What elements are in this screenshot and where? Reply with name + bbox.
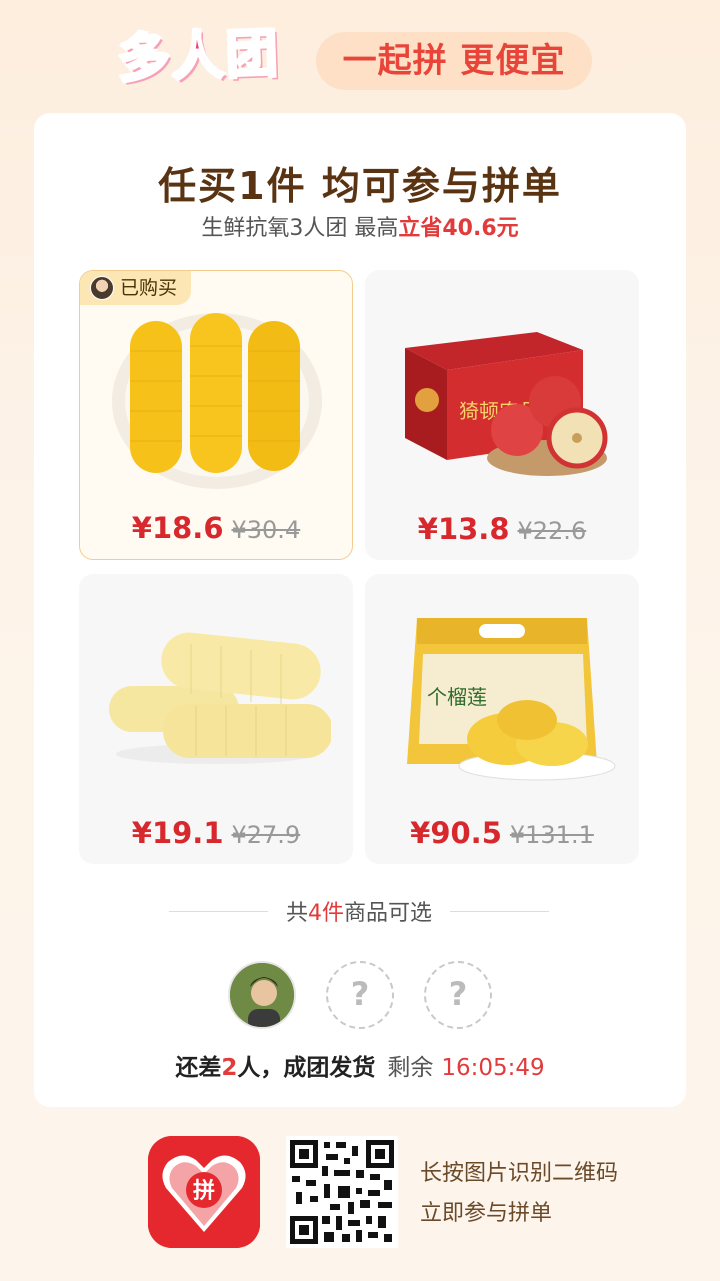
original-price: ¥22.6: [517, 517, 587, 545]
sale-price: ¥13.8: [417, 512, 510, 546]
product-price: ¥18.6 ¥30.4: [80, 511, 352, 545]
group-status: 还差2人，成团发货 剩余 16:05:49: [34, 1048, 686, 1082]
header: 多人团 一起拼 更便宜: [0, 0, 720, 110]
selectable-count-text: 共4件商品可选: [268, 895, 450, 927]
product-card-1[interactable]: 已购买 ¥18.6 ¥30.4: [79, 270, 353, 560]
status-suffix: 人，成团发货: [237, 1055, 376, 1081]
buyer-avatar-icon: [90, 276, 114, 300]
original-price: ¥30.4: [231, 516, 301, 544]
yellow-corn-image: [112, 313, 322, 489]
durian-bag-image: 个榴莲: [407, 618, 616, 781]
qr-code-icon: [286, 1136, 398, 1248]
heart-logo-icon: 拼: [148, 1136, 260, 1248]
count-prefix: 共: [285, 901, 308, 926]
scan-instruction: 长按图片识别二维码: [420, 1161, 619, 1186]
footer-instructions: 长按图片识别二维码 立即参与拼单: [420, 1154, 618, 1234]
product-card-2[interactable]: 猗顿农品 ¥13.8 ¥22.6: [365, 270, 639, 560]
item-count: 4件: [308, 901, 344, 926]
needed-count: 2: [221, 1055, 238, 1081]
product-price: ¥19.1 ¥27.9: [79, 816, 353, 850]
empty-slot: ?: [424, 961, 492, 1029]
original-price: ¥27.9: [231, 821, 301, 849]
sale-price: ¥90.5: [410, 816, 502, 850]
card-subtitle: 生鲜抗氧3人团 最高立省40.6元: [34, 210, 686, 242]
member-avatar: [228, 961, 296, 1029]
group-buy-card: 任买1件 均可参与拼单 生鲜抗氧3人团 最高立省40.6元 已购买 ¥18.6 …: [34, 113, 686, 1107]
savings-highlight: 立省40.6元: [398, 216, 519, 241]
original-price: ¥131.1: [509, 821, 594, 849]
qr-code[interactable]: [286, 1136, 398, 1248]
group-members: ? ?: [228, 961, 492, 1033]
divider-line: [450, 910, 549, 912]
product-card-3[interactable]: ¥19.1 ¥27.9: [79, 574, 353, 864]
duorentuan-logo: 多人团: [115, 23, 282, 92]
selectable-items-divider: 共4件商品可选: [169, 896, 549, 926]
sale-price: ¥18.6: [131, 511, 224, 545]
app-icon-text: 拼: [193, 1178, 215, 1204]
empty-slot: ?: [326, 961, 394, 1029]
subtitle-prefix: 生鲜抗氧3人团 最高: [201, 216, 399, 241]
pinduoduo-app-icon: 拼: [148, 1136, 260, 1248]
member-photo-icon: [230, 963, 294, 1027]
product-price: ¥13.8 ¥22.6: [365, 512, 639, 546]
countdown-timer: 16:05:49: [441, 1055, 545, 1081]
white-corn-image: [109, 632, 331, 764]
purchased-badge: 已购买: [80, 271, 192, 305]
card-title: 任买1件 均可参与拼单: [158, 164, 562, 208]
divider-line: [169, 910, 268, 912]
purchased-label: 已购买: [120, 277, 178, 299]
product-price: ¥90.5 ¥131.1: [365, 816, 639, 850]
status-main: 还差2人，成团发货: [175, 1055, 375, 1081]
product-card-4[interactable]: 个榴莲 ¥90.5 ¥131.1: [365, 574, 639, 864]
footer: 拼 长按图片识别二维码 立即参与拼单: [0, 1130, 720, 1260]
bag-label-text: 个榴莲: [427, 685, 487, 709]
status-prefix: 还差: [175, 1055, 222, 1081]
remaining-label: 剩余: [387, 1055, 434, 1081]
sale-price: ¥19.1: [131, 816, 224, 850]
join-instruction: 立即参与拼单: [420, 1201, 553, 1226]
apple-gift-box-image: 猗顿农品: [405, 332, 608, 476]
slogan-pill: 一起拼 更便宜: [316, 32, 592, 90]
count-suffix: 商品可选: [344, 901, 433, 926]
